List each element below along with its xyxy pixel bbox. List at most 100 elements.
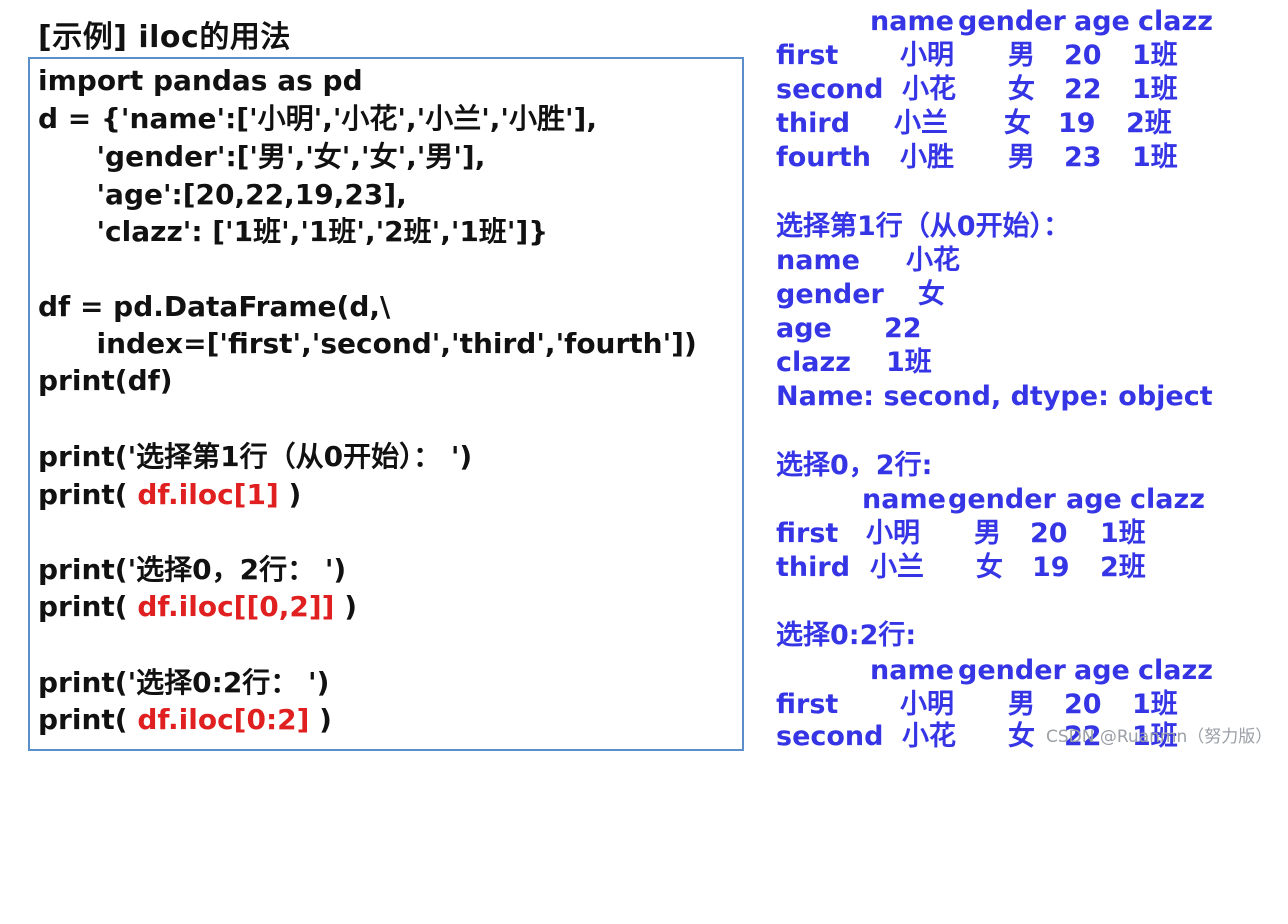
row-index: third	[776, 108, 851, 139]
code-highlight: df.iloc[1]	[137, 478, 279, 511]
row-index: first	[776, 689, 839, 720]
watermark: CSDN @Ruanmn（努力版）	[1046, 727, 1273, 747]
code-text: )	[334, 590, 358, 623]
series-value: 小花	[906, 245, 960, 276]
code-line: print( df.iloc[[0,2]] )	[38, 589, 357, 625]
cell: 2班	[1126, 108, 1172, 139]
output-row: first 小明 男 20 1班	[776, 688, 1236, 722]
code-line: 'gender':['男','女','女','男'],	[38, 140, 486, 173]
code-line: print('选择0:2行： ')	[38, 666, 330, 699]
col-header: clazz	[1138, 6, 1213, 37]
output-row: second 小花 女 22 1班	[776, 73, 1236, 107]
series-value: 1班	[886, 347, 932, 378]
series-row: age 22	[776, 312, 1236, 346]
cell: 小明	[900, 40, 954, 71]
code-text: print(	[38, 703, 138, 736]
code-line: 'age':[20,22,19,23],	[38, 178, 407, 211]
cell: 19	[1058, 108, 1096, 139]
cell: 1班	[1132, 142, 1178, 173]
cell: 女	[1004, 108, 1031, 139]
code-text: print(	[38, 478, 138, 511]
series-row: gender 女	[776, 278, 1236, 312]
code-highlight: df.iloc[[0,2]]	[137, 590, 335, 623]
cell: 小明	[866, 518, 920, 549]
series-row: name 小花	[776, 244, 1236, 278]
series-footer: Name: second, dtype: object	[776, 381, 1213, 412]
output-row: first 小明 男 20 1班	[776, 517, 1236, 551]
series-key: gender	[776, 279, 884, 310]
cell: 19	[1032, 552, 1070, 583]
cell: 小兰	[894, 108, 948, 139]
cell: 20	[1064, 689, 1102, 720]
cell: 男	[1008, 142, 1035, 173]
cell: 1班	[1100, 518, 1146, 549]
section-title: 选择0:2行:	[776, 620, 917, 651]
col-header: gender	[958, 6, 1066, 37]
col-header: name	[862, 484, 946, 515]
cell: 男	[1008, 40, 1035, 71]
row-index: second	[776, 721, 884, 752]
code-text: print(	[38, 590, 138, 623]
series-value: 女	[918, 279, 945, 310]
row-index: first	[776, 518, 839, 549]
cell: 2班	[1100, 552, 1146, 583]
cell: 小明	[900, 689, 954, 720]
output-row: third 小兰 女 19 2班	[776, 107, 1236, 141]
col-header: name	[870, 6, 954, 37]
cell: 女	[976, 552, 1003, 583]
code-line: print( df.iloc[0:2] )	[38, 702, 332, 738]
cell: 22	[1064, 74, 1102, 105]
code-line: 'clazz': ['1班','1班','2班','1班']}	[38, 215, 549, 248]
cell: 1班	[1132, 689, 1178, 720]
cell: 1班	[1132, 74, 1178, 105]
cell: 男	[1008, 689, 1035, 720]
series-key: clazz	[776, 347, 851, 378]
row-index: fourth	[776, 142, 871, 173]
col-header: gender	[958, 655, 1066, 686]
cell: 小花	[902, 74, 956, 105]
col-header: gender	[948, 484, 1056, 515]
output-header-row: name gender age clazz	[776, 5, 1236, 39]
series-key: name	[776, 245, 860, 276]
cell: 小胜	[900, 142, 954, 173]
code-line: print( df.iloc[1] )	[38, 477, 301, 513]
code-line: print('选择0，2行： ')	[38, 553, 347, 586]
code-line: print('选择第1行（从0开始）： ')	[38, 440, 473, 473]
code-text: )	[278, 478, 302, 511]
cell: 女	[1008, 721, 1035, 752]
row-index: first	[776, 40, 839, 71]
row-index: third	[776, 552, 851, 583]
col-header: age	[1066, 484, 1122, 515]
code-line: import pandas as pd	[38, 64, 363, 97]
output-row: first 小明 男 20 1班	[776, 39, 1236, 73]
cell: 1班	[1132, 40, 1178, 71]
row-index: second	[776, 74, 884, 105]
cell: 20	[1064, 40, 1102, 71]
code-highlight: df.iloc[0:2]	[137, 703, 310, 736]
code-line: index=['first','second','third','fourth'…	[38, 327, 697, 360]
col-header: name	[870, 655, 954, 686]
cell: 23	[1064, 142, 1102, 173]
output-header-row: name gender age clazz	[776, 483, 1236, 517]
code-line: d = {'name':['小明','小花','小兰','小胜'],	[38, 102, 597, 135]
slide-title: [示例] iloc的用法	[38, 20, 291, 55]
section-title: 选择0，2行:	[776, 450, 933, 481]
col-header: age	[1074, 655, 1130, 686]
cell: 20	[1030, 518, 1068, 549]
col-header: clazz	[1138, 655, 1213, 686]
code-line: df = pd.DataFrame(d,\	[38, 290, 391, 323]
code-line: print(df)	[38, 364, 173, 397]
section-title: 选择第1行（从0开始）：	[776, 211, 1071, 242]
cell: 小花	[902, 721, 956, 752]
output-row: third 小兰 女 19 2班	[776, 551, 1236, 585]
cell: 小兰	[870, 552, 924, 583]
cell: 男	[974, 518, 1001, 549]
output-row: fourth 小胜 男 23 1班	[776, 141, 1236, 175]
series-key: age	[776, 313, 832, 344]
series-row: clazz 1班	[776, 346, 1236, 380]
col-header: age	[1074, 6, 1130, 37]
series-value: 22	[884, 313, 922, 344]
cell: 女	[1008, 74, 1035, 105]
col-header: clazz	[1130, 484, 1205, 515]
code-text: )	[309, 703, 332, 736]
